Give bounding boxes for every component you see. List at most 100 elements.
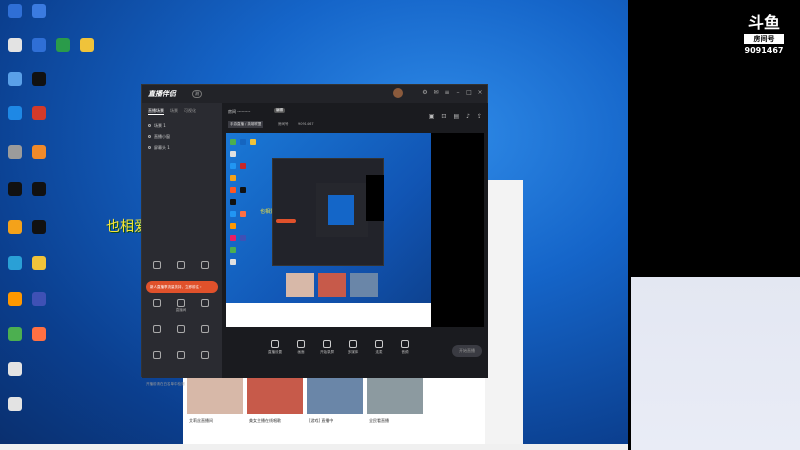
settings-icon[interactable]: ⚙ xyxy=(422,89,428,96)
app-icon xyxy=(8,220,22,234)
tool-icon xyxy=(153,299,161,307)
minimize-icon[interactable]: – xyxy=(455,89,461,96)
tool-item[interactable] xyxy=(170,325,192,343)
message-icon[interactable]: ✉ xyxy=(433,89,439,96)
tool-icon xyxy=(153,261,161,269)
promo-banner[interactable]: 新人直播享流量扶持，立即前往 › xyxy=(146,281,218,293)
desktop-icon[interactable] xyxy=(2,254,28,288)
tool-item[interactable] xyxy=(146,299,168,317)
desktop-icon[interactable] xyxy=(2,2,28,36)
monitor-icon xyxy=(271,340,279,348)
tool-item[interactable] xyxy=(170,351,192,369)
room-number: 9091467 xyxy=(744,46,784,55)
scene-panel: 直播场景 场景 可视化 场景 1 直播小窗 屏幕头 1 新人直播享流量扶持，立即… xyxy=(142,103,222,386)
app-icon xyxy=(32,4,46,18)
tool-item[interactable] xyxy=(170,261,192,279)
desktop-icon[interactable] xyxy=(74,36,100,70)
menu-icon[interactable]: ≡ xyxy=(444,89,450,96)
lock-icon[interactable]: ⊡ xyxy=(441,113,446,120)
thumbnail-caption: 艾莉丝直播间 xyxy=(189,418,213,423)
tab-scene-list[interactable]: 场景 xyxy=(170,108,178,115)
desktop-icon[interactable] xyxy=(2,180,28,214)
desktop-icon[interactable] xyxy=(2,104,28,138)
tool-icon xyxy=(201,261,209,269)
scene-item[interactable]: 屏幕头 1 xyxy=(142,142,222,153)
desktop-icon[interactable] xyxy=(26,325,52,359)
desktop-icon[interactable] xyxy=(2,360,28,394)
app-icon xyxy=(8,327,22,341)
desktop-icon[interactable] xyxy=(26,70,52,104)
category-button[interactable]: 手游直播 / 英雄联盟 xyxy=(228,121,264,128)
tool-item[interactable] xyxy=(194,351,216,369)
live-companion-window[interactable]: 直播伴侣 测 ⚙ ✉ ≡ – □ × 直播场景 场景 可视化 场景 1 直播小窗… xyxy=(141,84,488,386)
stream-thumbnail[interactable] xyxy=(247,376,303,414)
scene-item[interactable]: 场景 1 xyxy=(142,120,222,131)
room-info-bar: 房间 --------- 编辑 手游直播 / 英雄联盟 房间号 9091467 … xyxy=(222,103,488,133)
media-button[interactable]: 多媒体 xyxy=(340,340,366,355)
desktop-icon[interactable] xyxy=(26,2,52,36)
tool-icon xyxy=(153,325,161,333)
live-settings-button[interactable]: 直播设置 xyxy=(262,340,288,355)
tool-item[interactable] xyxy=(146,351,168,369)
app-icon xyxy=(32,106,46,120)
record-icon[interactable]: ▤ xyxy=(453,113,459,120)
avatar[interactable] xyxy=(393,88,403,98)
visibility-icon[interactable] xyxy=(148,124,151,127)
desktop-icon[interactable] xyxy=(2,36,28,70)
close-icon[interactable]: × xyxy=(477,89,483,96)
tool-item[interactable] xyxy=(194,299,216,317)
desktop-icon[interactable] xyxy=(26,143,52,177)
bell-icon[interactable]: ♪ xyxy=(466,113,470,120)
audio-button[interactable]: 音频 xyxy=(392,340,418,355)
desktop-icon[interactable] xyxy=(26,218,52,252)
stream-thumbnail[interactable] xyxy=(187,376,243,414)
scene-item[interactable]: 直播小窗 xyxy=(142,131,222,142)
desktop-icon[interactable] xyxy=(26,290,52,324)
stream-preview[interactable]: 也相爱着 xyxy=(226,133,484,327)
desktop-icon[interactable] xyxy=(50,36,76,70)
title-bar: 直播伴侣 测 ⚙ ✉ ≡ – □ × xyxy=(142,85,487,103)
douyu-logo-text: 斗鱼 xyxy=(748,13,780,32)
tool-item[interactable] xyxy=(194,261,216,279)
stream-thumbnail[interactable] xyxy=(367,376,423,414)
speaker-icon xyxy=(401,340,409,348)
tool-icon xyxy=(201,351,209,359)
visibility-icon[interactable] xyxy=(148,146,151,149)
tool-item[interactable] xyxy=(146,261,168,279)
desktop-icon[interactable] xyxy=(2,395,28,429)
desktop-icon[interactable] xyxy=(2,70,28,104)
taskbar xyxy=(0,444,628,450)
desktop-icon[interactable] xyxy=(26,254,52,288)
screenshot-icon[interactable]: ▣ xyxy=(429,113,435,120)
desktop-icon[interactable] xyxy=(2,290,28,324)
edit-title-button[interactable]: 编辑 xyxy=(274,108,285,113)
tool-item[interactable]: 直播间 xyxy=(170,299,192,317)
tab-visual[interactable]: 可视化 xyxy=(184,108,196,115)
camera-button[interactable]: 画面 xyxy=(288,340,314,355)
desktop-icon[interactable] xyxy=(2,325,28,359)
tool-item[interactable] xyxy=(146,325,168,343)
tool-icon xyxy=(177,325,185,333)
app-icon xyxy=(32,292,46,306)
desktop-icon[interactable] xyxy=(2,218,28,252)
tab-scene[interactable]: 直播场景 xyxy=(148,108,164,115)
share-icon[interactable]: ⇪ xyxy=(477,113,482,120)
record-button[interactable]: 开始录屏 xyxy=(314,340,340,355)
start-live-button[interactable]: 开始直播 xyxy=(452,345,482,357)
mic-button[interactable]: 连麦 xyxy=(366,340,392,355)
desktop-icon[interactable] xyxy=(2,143,28,177)
app-icon xyxy=(8,292,22,306)
visibility-icon[interactable] xyxy=(148,135,151,138)
desktop-icon[interactable] xyxy=(26,104,52,138)
maximize-icon[interactable]: □ xyxy=(466,89,472,96)
steam-icon xyxy=(8,182,22,196)
stream-thumbnail[interactable] xyxy=(307,376,363,414)
tool-icon xyxy=(177,261,185,269)
camera-panel xyxy=(631,277,800,450)
room-number-label: 房间号 xyxy=(744,34,784,44)
tool-item[interactable] xyxy=(194,325,216,343)
record-icon xyxy=(323,340,331,348)
version-badge[interactable]: 测 xyxy=(192,90,202,98)
desktop-icon[interactable] xyxy=(26,36,52,70)
desktop-icon[interactable] xyxy=(26,180,52,214)
